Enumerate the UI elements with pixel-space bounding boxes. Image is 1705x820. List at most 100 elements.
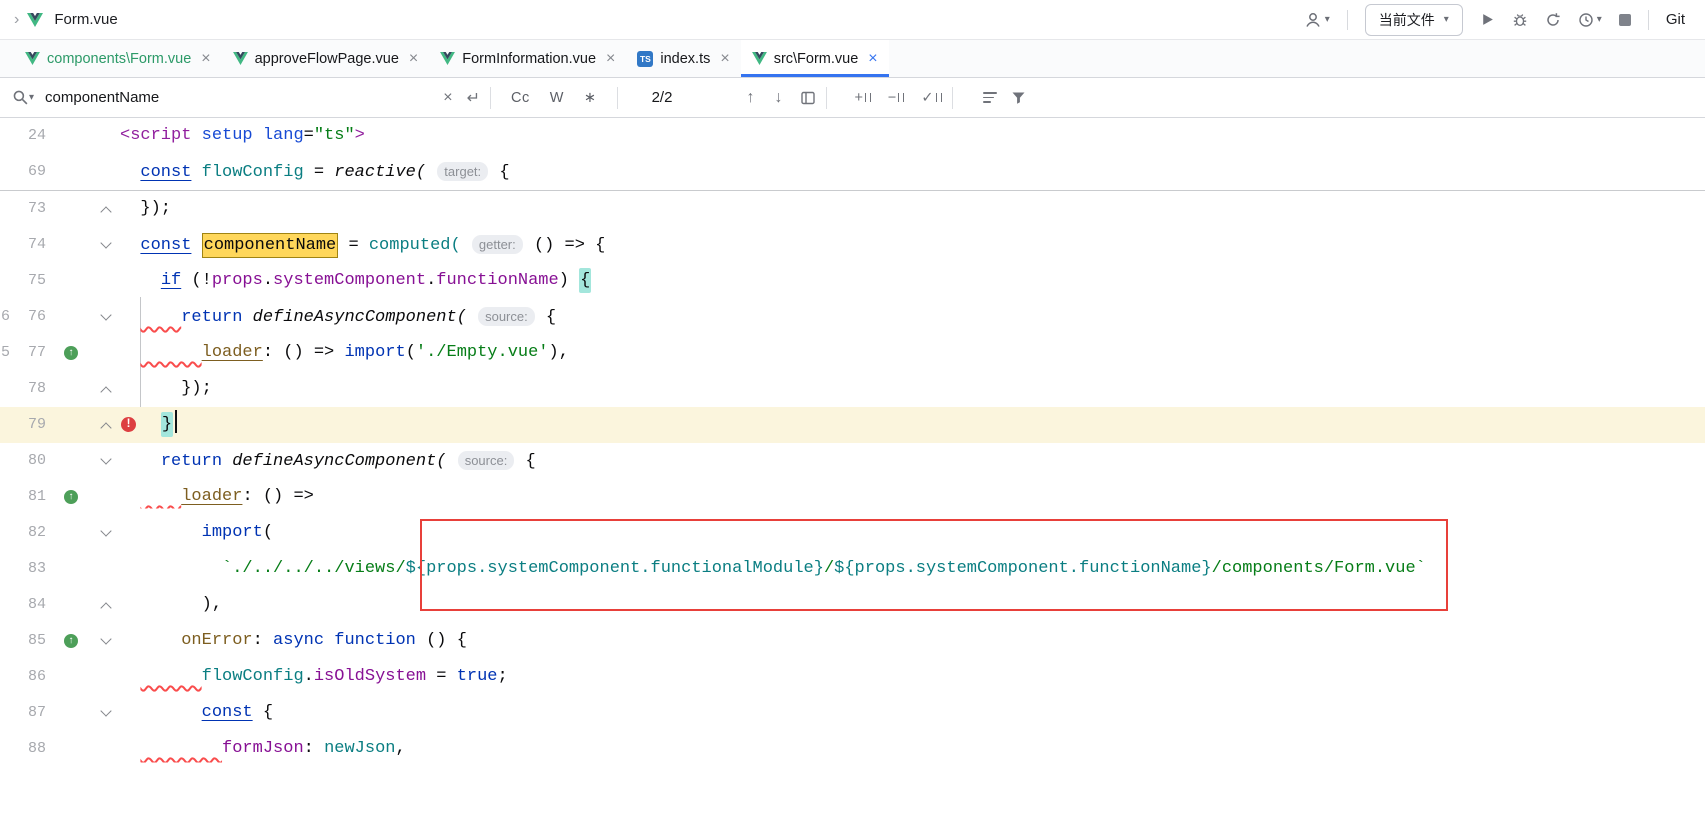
fold-end-icon[interactable] [100, 206, 111, 217]
close-tab-icon[interactable]: × [720, 50, 729, 68]
code-line-75[interactable]: 75 if (!props.systemComponent.functionNa… [0, 263, 1705, 299]
titlebar-actions: ▾ 当前文件 ▾ ▾ Git [1304, 4, 1691, 36]
gutter-marker-icon[interactable]: ↑ [64, 490, 78, 504]
select-occurrences-icon[interactable]: ✓ [921, 90, 941, 106]
stop-icon[interactable] [1619, 14, 1631, 26]
add-occurrence-icon[interactable]: + [854, 90, 870, 106]
code-line-73[interactable]: 73 }); [0, 191, 1705, 227]
tab-src-form.vue[interactable]: src\Form.vue× [741, 40, 889, 77]
tab-label: components\Form.vue [47, 51, 191, 67]
next-match-icon[interactable]: ↓ [774, 89, 782, 107]
filter-results-icon[interactable] [983, 92, 997, 102]
tab-components-form.vue[interactable]: components\Form.vue × [14, 40, 222, 77]
history-icon[interactable]: ▾ [1578, 12, 1602, 28]
line-number[interactable]: 69 [0, 154, 46, 190]
search-history-icon[interactable]: ▾ [29, 92, 34, 103]
code-text: const componentName = computed( getter: … [120, 227, 605, 264]
code-line-24[interactable]: 24<script setup lang="ts"> [0, 118, 1705, 154]
line-number[interactable]: 88 [0, 731, 46, 767]
code-line-83[interactable]: 83 `./../../../views/${props.systemCompo… [0, 551, 1705, 587]
line-number[interactable]: 79 [0, 407, 46, 443]
gutter-marker-icon[interactable]: ↑ [64, 346, 78, 360]
code-text: `./../../../views/${props.systemComponen… [120, 551, 1426, 587]
user-profile-icon[interactable]: ▾ [1304, 11, 1330, 29]
open-results-icon[interactable] [800, 90, 816, 106]
fold-start-icon[interactable] [100, 525, 111, 536]
code-line-81[interactable]: 81↑ loader: () => [0, 479, 1705, 515]
run-icon[interactable] [1480, 12, 1495, 27]
fold-end-icon[interactable] [100, 602, 111, 613]
line-number[interactable]: 24 [0, 118, 46, 154]
gutter-marker-icon[interactable]: ↑ [64, 634, 78, 648]
line-number[interactable]: 75 [0, 263, 46, 299]
search-icon[interactable] [12, 89, 29, 106]
fold-start-icon[interactable] [100, 453, 111, 464]
line-number[interactable]: 87 [0, 695, 46, 731]
tab-index.ts[interactable]: TSindex.ts× [626, 40, 740, 77]
code-line-79[interactable]: 79! } [0, 407, 1705, 443]
code-text: return defineAsyncComponent( source: { [120, 443, 536, 480]
git-menu[interactable]: Git [1666, 11, 1685, 28]
code-line-78[interactable]: 78 }); [0, 371, 1705, 407]
line-number[interactable]: 73 [0, 191, 46, 227]
search-field[interactable]: ▾ componentName × ↵ [12, 88, 480, 108]
regex-toggle[interactable]: ∗ [584, 90, 597, 106]
line-number[interactable]: 83 [0, 551, 46, 587]
code-editor[interactable]: 24<script setup lang="ts">69 const flowC… [0, 118, 1705, 767]
fold-start-icon[interactable] [100, 309, 111, 320]
run-configuration-selector[interactable]: 当前文件 ▾ [1365, 4, 1463, 36]
filter-icon[interactable] [1011, 91, 1026, 105]
code-text: ), [120, 587, 222, 623]
words-toggle[interactable]: W [550, 90, 564, 106]
code-text: }); [120, 371, 212, 407]
code-line-85[interactable]: 85↑ onError: async function () { [0, 623, 1705, 659]
code-line-74[interactable]: 74 const componentName = computed( gette… [0, 227, 1705, 263]
clipped-gutter-digit: 5 [1, 335, 10, 371]
line-number[interactable]: 80 [0, 443, 46, 479]
fold-start-icon[interactable] [100, 633, 111, 644]
stop-square [1619, 14, 1631, 26]
previous-match-icon[interactable]: ↑ [746, 89, 754, 107]
tab-label: approveFlowPage.vue [255, 51, 399, 67]
tab-forminformation.vue[interactable]: FormInformation.vue× [429, 40, 626, 77]
rerun-icon[interactable] [1545, 12, 1561, 28]
code-line-82[interactable]: 82 import( [0, 515, 1705, 551]
run-configuration-label: 当前文件 [1379, 10, 1435, 30]
line-number[interactable]: 85 [0, 623, 46, 659]
search-query[interactable]: componentName [45, 89, 429, 106]
code-line-76[interactable]: 76 return defineAsyncComponent( source: … [0, 299, 1705, 335]
line-number[interactable]: 84 [0, 587, 46, 623]
debug-icon[interactable] [1512, 12, 1528, 28]
code-line-69[interactable]: 69 const flowConfig = reactive( target: … [0, 154, 1705, 190]
line-number[interactable]: 81 [0, 479, 46, 515]
line-number[interactable]: 86 [0, 659, 46, 695]
fold-end-icon[interactable] [100, 386, 111, 397]
newline-icon[interactable]: ↵ [467, 88, 480, 108]
clear-search-icon[interactable]: × [443, 89, 452, 107]
match-case-toggle[interactable]: Cc [511, 90, 530, 106]
line-number[interactable]: 74 [0, 227, 46, 263]
code-line-77[interactable]: 77↑ loader: () => import('./Empty.vue'), [0, 335, 1705, 371]
tab-approveflowpage.vue[interactable]: approveFlowPage.vue × [222, 40, 430, 77]
inlay-hint: source: [478, 307, 535, 326]
remove-occurrence-icon[interactable]: − [888, 90, 904, 106]
close-tab-icon[interactable]: × [201, 50, 210, 68]
close-tab-icon[interactable]: × [409, 50, 418, 68]
line-number[interactable]: 78 [0, 371, 46, 407]
code-text: import( [120, 515, 273, 551]
separator [826, 87, 827, 109]
code-line-87[interactable]: 87 const { [0, 695, 1705, 731]
title-bar: › Form.vue ▾ 当前文件 ▾ ▾ Git [0, 0, 1705, 40]
code-line-80[interactable]: 80 return defineAsyncComponent( source: … [0, 443, 1705, 479]
fold-end-icon[interactable] [100, 422, 111, 433]
close-tab-icon[interactable]: × [606, 50, 615, 68]
breadcrumb-chevron-icon: › [14, 11, 19, 29]
line-number[interactable]: 82 [0, 515, 46, 551]
fold-start-icon[interactable] [100, 237, 111, 248]
fold-start-icon[interactable] [100, 705, 111, 716]
code-text: return defineAsyncComponent( source: { [120, 299, 556, 336]
code-line-86[interactable]: 86 flowConfig.isOldSystem = true; [0, 659, 1705, 695]
code-line-84[interactable]: 84 ), [0, 587, 1705, 623]
close-tab-icon[interactable]: × [868, 50, 877, 68]
code-line-88[interactable]: 88 formJson: newJson, [0, 731, 1705, 767]
